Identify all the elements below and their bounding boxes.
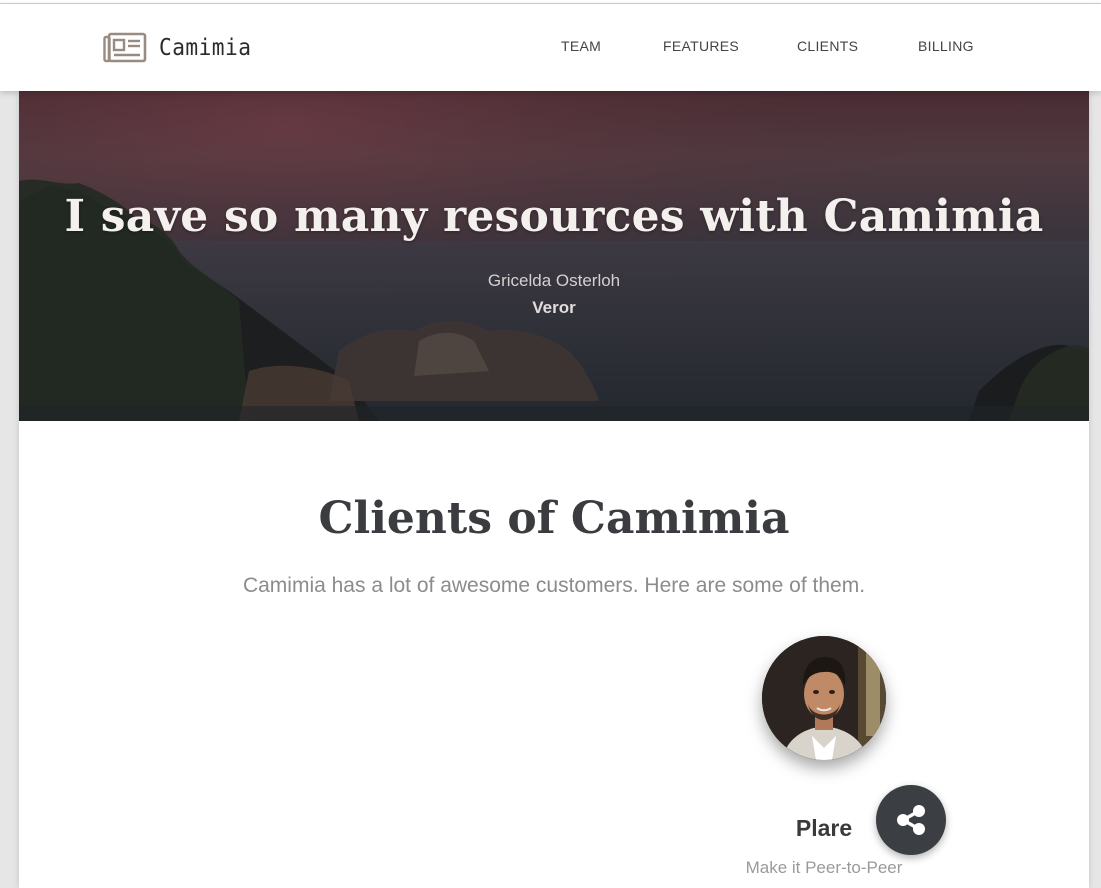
clients-section-title: Clients of Camimia [318,493,790,544]
testimonial-company: Veror [532,298,576,317]
clients-section-subtitle: Camimia has a lot of awesome customers. … [242,574,866,597]
testimonial-quote: I save so many resources with Camimia [64,191,1044,242]
nav-billing-link[interactable]: BILLING [918,38,974,54]
nav-team-link[interactable]: TEAM [561,38,601,54]
testimonial-author: Gricelda Osterloh [487,271,621,290]
navbar: Camimia TEAM FEATURES CLIENTS BILLING [0,4,1101,91]
page-content: I save so many resources with Camimia Gr… [19,91,1089,888]
share-icon [897,805,925,835]
main-nav: TEAM FEATURES CLIENTS BILLING [0,38,1101,64]
client-avatar-image [762,636,886,760]
hero-background-image [19,91,1089,421]
nav-features-link[interactable]: FEATURES [663,38,739,54]
nav-clients-link[interactable]: CLIENTS [797,38,858,54]
client-avatar [762,636,886,760]
client-tagline: Make it Peer-to-Peer [745,858,903,877]
testimonial-hero: I save so many resources with Camimia Gr… [19,91,1089,421]
share-button[interactable] [876,785,946,855]
